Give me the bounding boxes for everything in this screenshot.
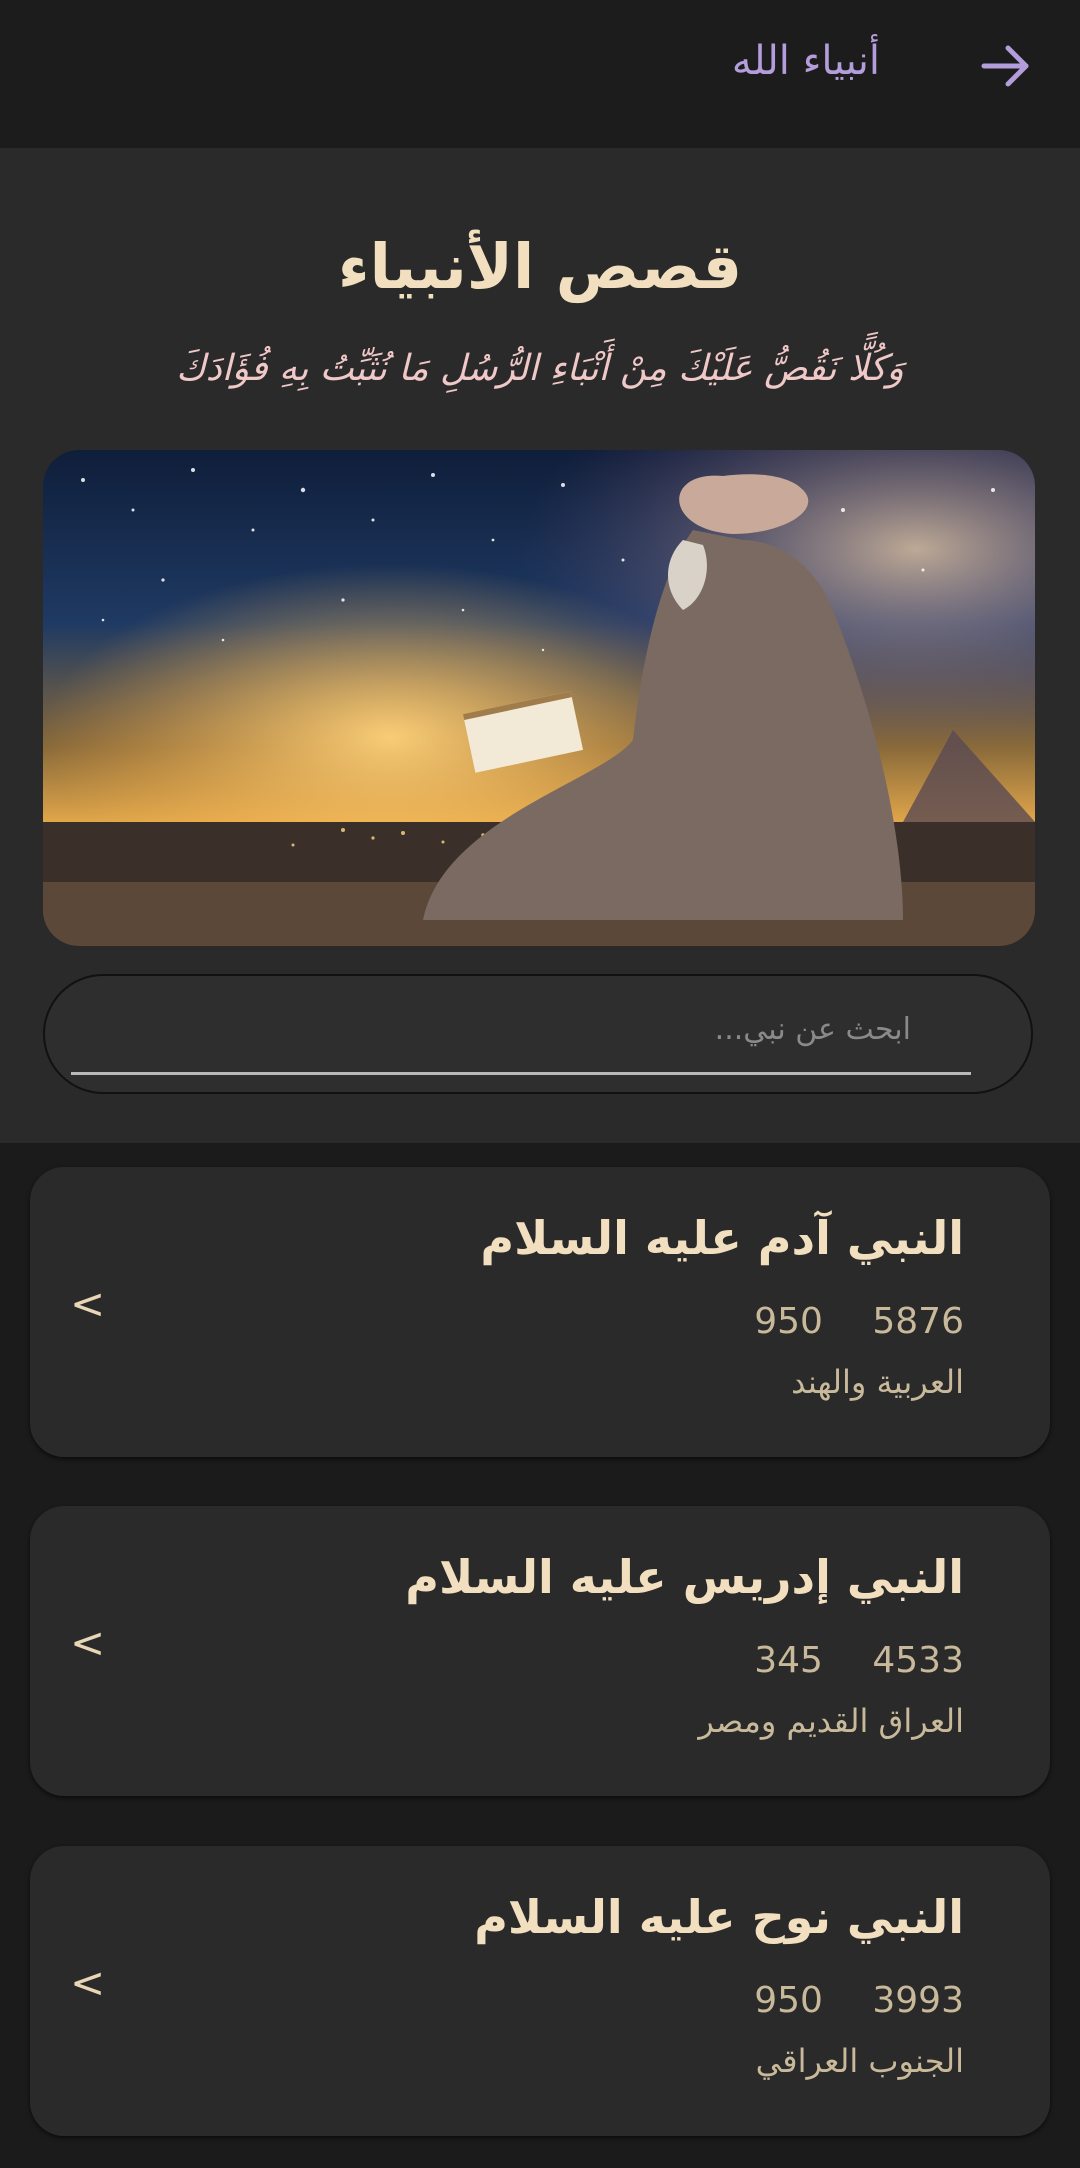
prophet-year: 4533 <box>872 1640 964 1681</box>
prophet-numbers: 950 5876 <box>716 1301 964 1342</box>
quran-verse: وَكُلًّا نَقُصُّ عَلَيْكَ مِنْ أَنْبَاءِ… <box>176 348 904 389</box>
prophet-card[interactable]: النبي آدم عليه السلام 950 5876 العربية و… <box>30 1167 1050 1457</box>
arrow-right-icon[interactable] <box>976 36 1036 96</box>
hero-image <box>43 450 1035 946</box>
search-underline <box>71 1072 971 1075</box>
prophet-age: 950 <box>754 1980 823 2021</box>
chevron-left-icon[interactable]: < <box>70 1279 105 1328</box>
prophet-year: 5876 <box>872 1301 964 1342</box>
prophet-region: العربية والهند <box>791 1363 964 1401</box>
search-bar[interactable] <box>43 974 1033 1094</box>
prophet-card[interactable]: النبي نوح عليه السلام 950 3993 الجنوب ال… <box>30 1846 1050 2136</box>
hero-illustration <box>43 450 1035 946</box>
header-section: قصص الأنبياء وَكُلًّا نَقُصُّ عَلَيْكَ م… <box>0 148 1080 1143</box>
prophet-name: النبي إدريس عليه السلام <box>405 1550 964 1604</box>
prophet-card[interactable]: النبي إدريس عليه السلام 345 4533 العراق … <box>30 1506 1050 1796</box>
prophet-age: 950 <box>754 1301 823 1342</box>
prophet-numbers: 345 4533 <box>716 1640 964 1681</box>
chevron-left-icon[interactable]: < <box>70 1618 105 1667</box>
prophet-region: العراق القديم ومصر <box>698 1702 964 1740</box>
search-input[interactable] <box>71 1004 971 1054</box>
app-title: أنبياء الله <box>731 38 880 84</box>
chevron-left-icon[interactable]: < <box>70 1958 105 2007</box>
app-bar: أنبياء الله <box>0 0 1080 148</box>
prophet-name: النبي نوح عليه السلام <box>474 1890 964 1944</box>
page-title: قصص الأنبياء <box>337 230 743 303</box>
prophet-numbers: 950 3993 <box>716 1980 964 2021</box>
prophet-year: 3993 <box>872 1980 964 2021</box>
prophet-region: الجنوب العراقي <box>755 2042 964 2080</box>
prophet-name: النبي آدم عليه السلام <box>480 1211 964 1265</box>
prophet-age: 345 <box>754 1640 823 1681</box>
